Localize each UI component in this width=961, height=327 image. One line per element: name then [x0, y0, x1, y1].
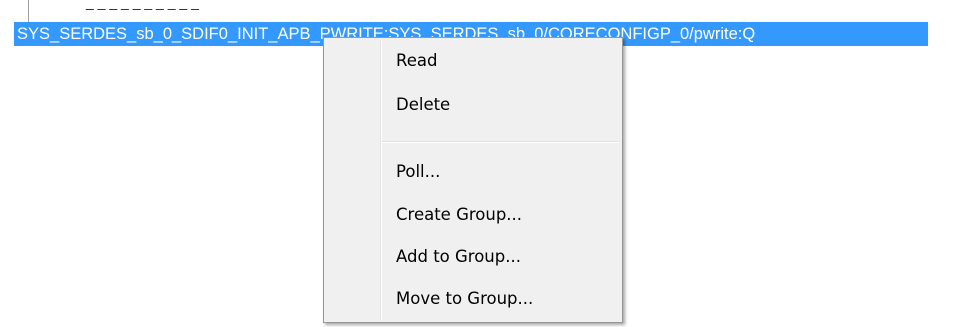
tree-view-top-fragment: _ _ _ _ _ _ _ _ _ _	[0, 0, 961, 22]
tree-row-partial[interactable]: _ _ _ _ _ _ _ _ _ _	[86, 0, 199, 10]
menu-item-add-to-group[interactable]: Add to Group...	[326, 237, 620, 277]
window-content: _ _ _ _ _ _ _ _ _ _ SYS_SERDES_sb_0_SDIF…	[0, 0, 961, 327]
tree-connector-line	[28, 0, 29, 22]
menu-item-move-to-group[interactable]: Move to Group...	[326, 279, 620, 319]
menu-separator	[382, 141, 619, 143]
menu-item-read[interactable]: Read	[326, 41, 620, 81]
menu-item-delete[interactable]: Delete	[326, 85, 620, 125]
menu-item-create-group[interactable]: Create Group...	[326, 195, 620, 235]
menu-item-poll[interactable]: Poll...	[326, 152, 620, 192]
context-menu: Read Delete Poll... Create Group... Add …	[323, 37, 623, 323]
